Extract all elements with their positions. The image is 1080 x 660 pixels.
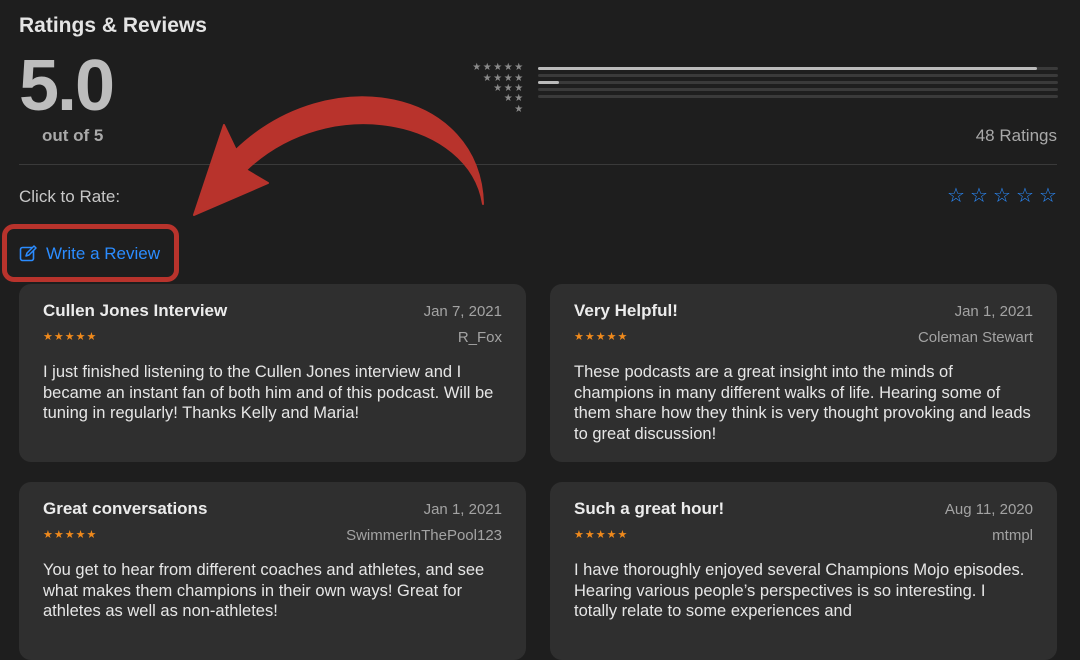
review-body: You get to hear from different coaches a… bbox=[43, 561, 485, 620]
review-card: Great conversations Jan 1, 2021 ★★★★★ Sw… bbox=[19, 482, 526, 660]
review-stars: ★★★★★ bbox=[43, 529, 98, 541]
review-author: Coleman Stewart bbox=[917, 329, 1033, 346]
review-date: Aug 11, 2020 bbox=[944, 501, 1033, 518]
compose-icon bbox=[19, 245, 37, 263]
review-date: Jan 1, 2021 bbox=[954, 303, 1033, 320]
review-date: Jan 7, 2021 bbox=[423, 303, 502, 320]
review-date: Jan 1, 2021 bbox=[423, 501, 502, 518]
review-title: Cullen Jones Interview bbox=[43, 301, 228, 320]
review-title: Very Helpful! bbox=[574, 301, 678, 320]
write-review-button[interactable]: Write a Review bbox=[19, 244, 160, 264]
review-body: I just finished listening to the Cullen … bbox=[43, 363, 494, 422]
review-card: Such a great hour! Aug 11, 2020 ★★★★★ mt… bbox=[550, 482, 1057, 660]
review-title: Great conversations bbox=[43, 499, 208, 518]
review-card: Very Helpful! Jan 1, 2021 ★★★★★ Coleman … bbox=[550, 284, 1057, 462]
review-stars: ★★★★★ bbox=[574, 331, 629, 343]
review-stars: ★★★★★ bbox=[574, 529, 629, 541]
review-stars: ★★★★★ bbox=[43, 331, 98, 343]
write-review-label: Write a Review bbox=[46, 244, 160, 263]
review-card: Cullen Jones Interview Jan 7, 2021 ★★★★★… bbox=[19, 284, 526, 462]
review-author: SwimmerInThePool123 bbox=[346, 527, 502, 544]
review-author: mtmpl bbox=[992, 527, 1033, 544]
review-author: R_Fox bbox=[457, 329, 502, 346]
review-body: These podcasts are a great insight into … bbox=[574, 363, 1031, 443]
review-title: Such a great hour! bbox=[574, 499, 725, 518]
review-body: I have thoroughly enjoyed several Champi… bbox=[574, 561, 1025, 620]
